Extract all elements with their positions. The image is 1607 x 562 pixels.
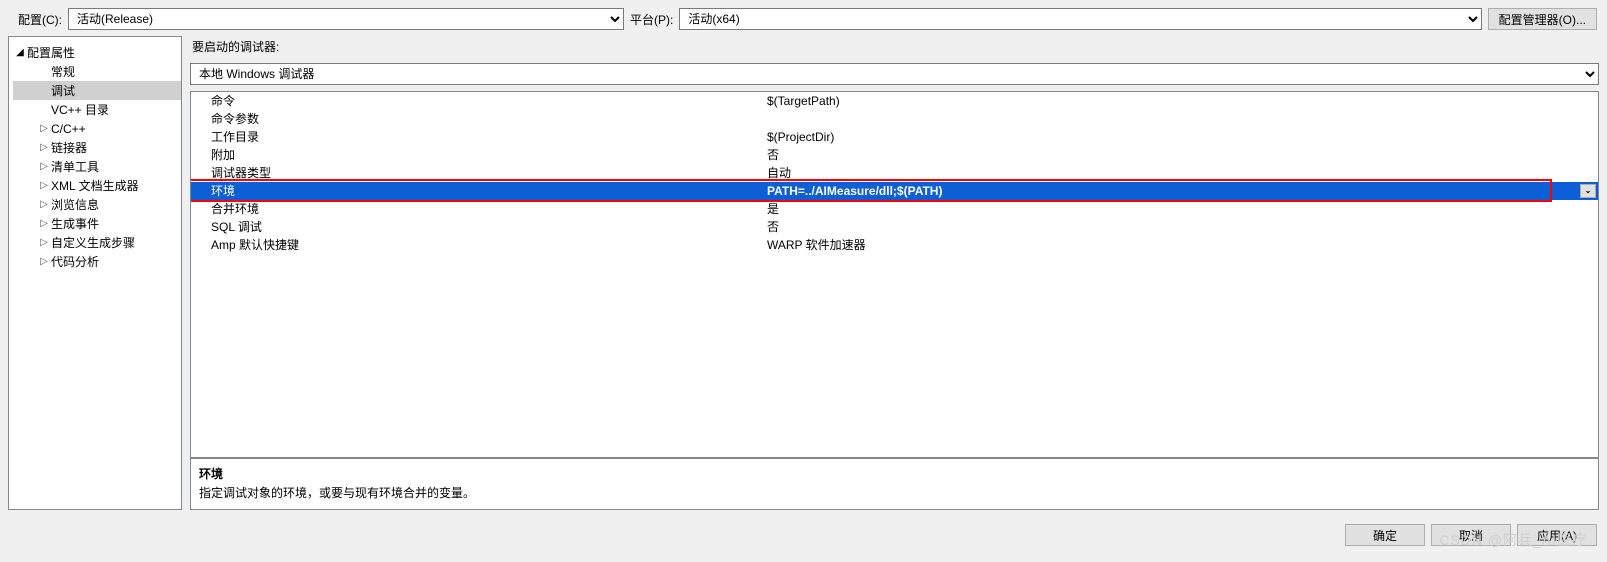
caret-right-icon: ▷ xyxy=(39,123,49,134)
tree-item-xml-doc[interactable]: ▷ XML 文档生成器 xyxy=(13,176,181,195)
property-tree[interactable]: ◢ 配置属性 常规 调试 VC++ 目录 ▷ C/C++ ▷ 链接器 ▷ xyxy=(8,36,182,510)
prop-row-environment[interactable]: 环境 PATH=../AIMeasure/dll;$(PATH) ⌄ xyxy=(191,182,1598,200)
tree-item-vcdirs[interactable]: VC++ 目录 xyxy=(13,100,181,119)
caret-right-icon: ▷ xyxy=(39,218,49,229)
property-grid[interactable]: 命令 $(TargetPath) 命令参数 工作目录 $(ProjectDir)… xyxy=(190,91,1599,458)
tree-item-custom-build[interactable]: ▷ 自定义生成步骤 xyxy=(13,233,181,252)
caret-down-icon: ◢ xyxy=(15,47,25,58)
chevron-down-icon[interactable]: ⌄ xyxy=(1580,184,1596,198)
prop-row-debugger-type[interactable]: 调试器类型 自动 xyxy=(191,164,1598,182)
platform-select[interactable]: 活动(x64) xyxy=(679,8,1481,30)
description-title: 环境 xyxy=(199,465,1590,482)
caret-right-icon: ▷ xyxy=(39,237,49,248)
ok-button[interactable]: 确定 xyxy=(1345,524,1425,546)
prop-row-amp-accelerator[interactable]: Amp 默认快捷键 WARP 软件加速器 xyxy=(191,236,1598,254)
caret-right-icon: ▷ xyxy=(39,180,49,191)
tree-item-linker[interactable]: ▷ 链接器 xyxy=(13,138,181,157)
tree-item-build-events[interactable]: ▷ 生成事件 xyxy=(13,214,181,233)
caret-right-icon: ▷ xyxy=(39,256,49,267)
config-label: 配置(C): xyxy=(18,11,62,28)
tree-item-ccpp[interactable]: ▷ C/C++ xyxy=(13,119,181,138)
debugger-select[interactable]: 本地 Windows 调试器 xyxy=(190,63,1599,85)
tree-root-label: 配置属性 xyxy=(27,44,75,61)
caret-right-icon: ▷ xyxy=(39,142,49,153)
tree-item-debug[interactable]: 调试 xyxy=(13,81,181,100)
prop-row-attach[interactable]: 附加 否 xyxy=(191,146,1598,164)
config-manager-button[interactable]: 配置管理器(O)... xyxy=(1488,8,1597,30)
tree-root-item[interactable]: ◢ 配置属性 xyxy=(13,43,181,62)
description-text: 指定调试对象的环境，或要与现有环境合并的变量。 xyxy=(199,484,1590,501)
prop-row-command-args[interactable]: 命令参数 xyxy=(191,110,1598,128)
debugger-start-label: 要启动的调试器: xyxy=(190,36,1599,57)
prop-row-sql-debug[interactable]: SQL 调试 否 xyxy=(191,218,1598,236)
cancel-button[interactable]: 取消 xyxy=(1431,524,1511,546)
description-panel: 环境 指定调试对象的环境，或要与现有环境合并的变量。 xyxy=(190,458,1599,510)
tree-item-general[interactable]: 常规 xyxy=(13,62,181,81)
main-content: ◢ 配置属性 常规 调试 VC++ 目录 ▷ C/C++ ▷ 链接器 ▷ xyxy=(0,36,1607,518)
apply-button[interactable]: 应用(A) xyxy=(1517,524,1597,546)
top-toolbar: 配置(C): 活动(Release) 平台(P): 活动(x64) 配置管理器(… xyxy=(0,0,1607,36)
config-select[interactable]: 活动(Release) xyxy=(68,8,624,30)
prop-row-merge-env[interactable]: 合并环境 是 xyxy=(191,200,1598,218)
dialog-footer: 确定 取消 应用(A) xyxy=(0,518,1607,554)
caret-right-icon: ▷ xyxy=(39,199,49,210)
caret-right-icon: ▷ xyxy=(39,161,49,172)
prop-row-command[interactable]: 命令 $(TargetPath) xyxy=(191,92,1598,110)
tree-item-code-analysis[interactable]: ▷ 代码分析 xyxy=(13,252,181,271)
tree-item-browse-info[interactable]: ▷ 浏览信息 xyxy=(13,195,181,214)
tree-item-manifest[interactable]: ▷ 清单工具 xyxy=(13,157,181,176)
prop-row-working-dir[interactable]: 工作目录 $(ProjectDir) xyxy=(191,128,1598,146)
platform-label: 平台(P): xyxy=(630,11,673,28)
right-panel: 要启动的调试器: 本地 Windows 调试器 命令 $(TargetPath)… xyxy=(190,36,1599,510)
